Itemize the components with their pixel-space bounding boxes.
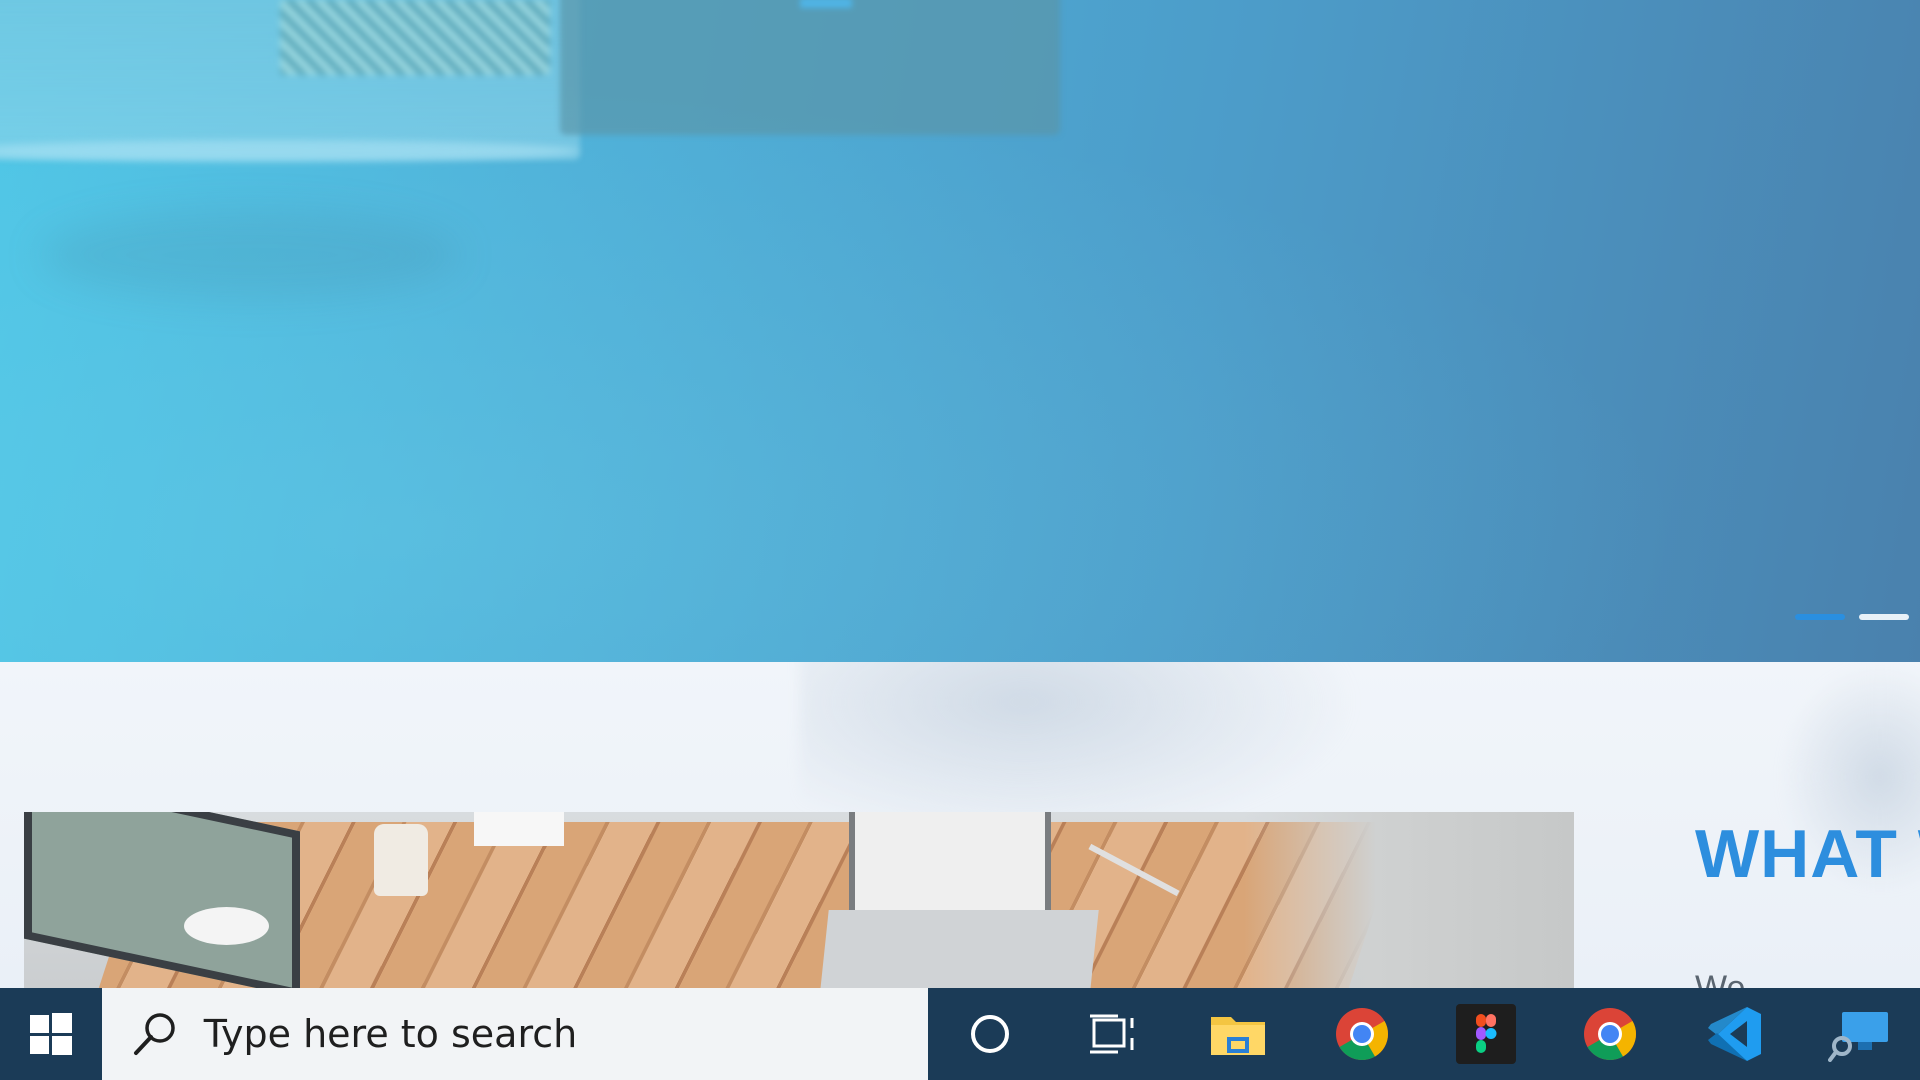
- photo-monitor: [24, 812, 300, 992]
- windows-taskbar: Type here to search: [0, 988, 1920, 1080]
- windows-start-icon: [29, 1013, 72, 1055]
- file-explorer-button[interactable]: [1176, 988, 1300, 1080]
- desk-workspace-photo: [24, 812, 1574, 992]
- about-section: WHAT W We: [0, 662, 1920, 992]
- chrome-button[interactable]: [1300, 988, 1424, 1080]
- remote-desktop-icon: [1828, 1012, 1888, 1062]
- chrome-icon: [1336, 1008, 1388, 1060]
- slider-pagination: [1795, 614, 1909, 620]
- vscode-icon: [1708, 1007, 1761, 1061]
- file-explorer-icon: [1211, 1017, 1265, 1055]
- photo-wall: [1244, 812, 1574, 992]
- figma-button[interactable]: [1424, 988, 1548, 1080]
- cortana-icon: [971, 1015, 1009, 1053]
- photo-mouse: [184, 907, 269, 945]
- photo-paper: [474, 812, 564, 846]
- photo-coffee-cup: [374, 824, 428, 896]
- slider-dot-1[interactable]: [1795, 614, 1845, 620]
- start-button[interactable]: [0, 988, 102, 1080]
- chrome-button-2[interactable]: [1548, 988, 1672, 1080]
- browser-viewport: WHAT W We Type here to search: [0, 0, 1920, 1080]
- hero-slider: [0, 0, 1920, 662]
- figma-icon: [1456, 1004, 1516, 1064]
- search-placeholder: Type here to search: [203, 1012, 578, 1056]
- photo-laptop-keyboard: [819, 910, 1099, 992]
- photo-laptop-screen: [849, 812, 1051, 918]
- task-view-icon: [1090, 1014, 1134, 1054]
- cortana-button[interactable]: [928, 988, 1052, 1080]
- chrome-icon: [1584, 1008, 1636, 1060]
- task-view-button[interactable]: [1052, 988, 1176, 1080]
- taskbar-search-box[interactable]: Type here to search: [101, 988, 928, 1080]
- remote-desktop-button[interactable]: [1796, 988, 1920, 1080]
- vscode-button[interactable]: [1672, 988, 1796, 1080]
- section-heading: WHAT W: [1695, 816, 1920, 892]
- search-icon: [133, 1013, 175, 1055]
- slider-dot-2[interactable]: [1859, 614, 1909, 620]
- hero-overlay: [0, 0, 1920, 662]
